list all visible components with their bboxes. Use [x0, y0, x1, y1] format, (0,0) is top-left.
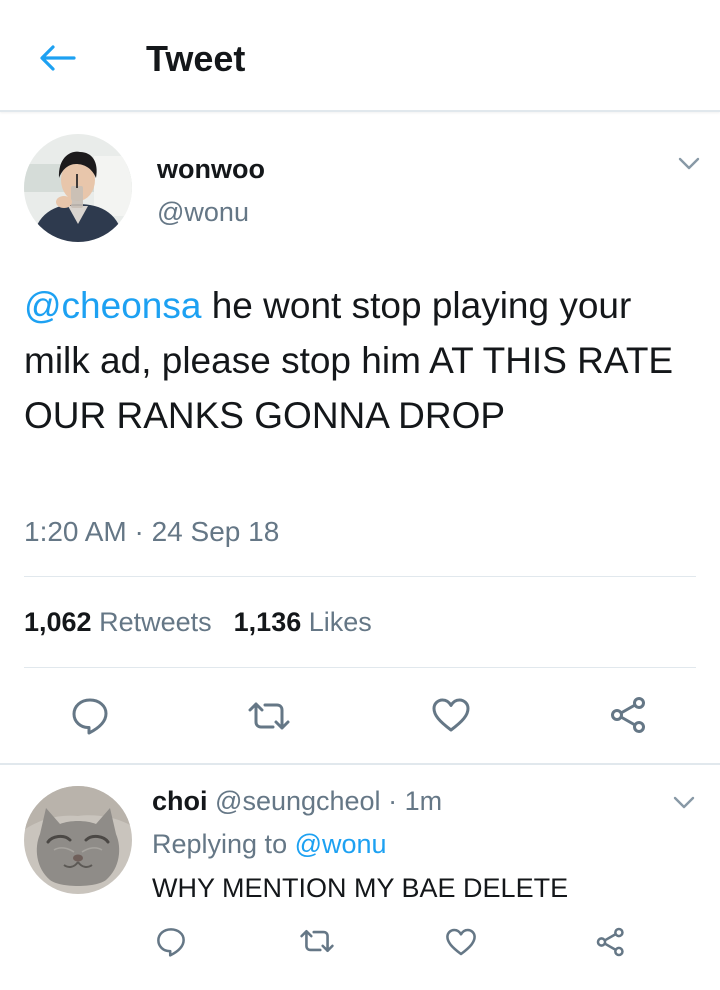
- author-avatar-image: [24, 134, 132, 242]
- reply-header: choi @seungcheol · 1m: [152, 783, 442, 819]
- arrow-left-icon: [40, 45, 76, 71]
- author-avatar[interactable]: [24, 134, 132, 242]
- chevron-down-icon: [678, 157, 700, 170]
- reply-author-avatar[interactable]: [24, 786, 132, 894]
- replying-to: Replying to @wonu: [152, 826, 387, 862]
- divider: [24, 667, 696, 668]
- page-title: Tweet: [146, 38, 246, 79]
- heart-icon: [446, 928, 476, 956]
- share-button[interactable]: [606, 694, 652, 736]
- comment-icon: [72, 698, 108, 735]
- back-button[interactable]: [36, 38, 80, 78]
- heart-icon: [432, 698, 470, 732]
- reply-menu-button[interactable]: [669, 791, 699, 815]
- tweet-menu-button[interactable]: [674, 152, 704, 176]
- top-bar: Tweet: [0, 0, 720, 112]
- reply-share-button[interactable]: [592, 924, 630, 960]
- chevron-down-icon: [673, 796, 695, 809]
- reply-text: WHY MENTION MY BAE DELETE: [152, 873, 569, 903]
- reply-retweet-button[interactable]: [296, 925, 338, 957]
- reply-time: 1m: [404, 786, 443, 816]
- reply-author-handle[interactable]: @seungcheol: [215, 786, 381, 816]
- replying-to-prefix: Replying to: [152, 829, 295, 859]
- retweets-count: 1,062: [24, 607, 92, 637]
- share-icon: [596, 927, 624, 957]
- tweet-timestamp: 1:20 AM · 24 Sep 18: [24, 516, 280, 547]
- likes-label: Likes: [308, 607, 372, 637]
- like-button[interactable]: [428, 694, 474, 736]
- divider: [24, 576, 696, 577]
- tweet-body: @cheonsa he wont stop playing your milk …: [24, 278, 704, 443]
- retweets-stat[interactable]: 1,062 Retweets: [24, 603, 212, 641]
- mention-link[interactable]: @cheonsa: [24, 285, 201, 326]
- retweet-button[interactable]: [243, 697, 295, 735]
- reply-reply-button[interactable]: [152, 924, 190, 960]
- likes-stat[interactable]: 1,136 Likes: [234, 603, 372, 641]
- author-name[interactable]: wonwoo: [157, 152, 265, 186]
- reply-separator: ·: [380, 786, 405, 816]
- section-divider: [0, 763, 720, 765]
- reply-button[interactable]: [67, 695, 113, 737]
- retweet-icon: [300, 929, 334, 953]
- reply-like-button[interactable]: [442, 924, 480, 960]
- share-icon: [611, 697, 645, 733]
- likes-count: 1,136: [233, 607, 302, 637]
- reply-author-name[interactable]: choi: [152, 786, 208, 816]
- author-handle[interactable]: @wonu: [157, 195, 249, 229]
- retweet-icon: [248, 702, 290, 730]
- reply-avatar-image: [24, 786, 132, 894]
- retweets-label: Retweets: [99, 607, 212, 637]
- replying-to-mention[interactable]: @wonu: [295, 829, 387, 859]
- engagement-stats: 1,062 Retweets 1,136 Likes: [24, 603, 372, 641]
- comment-icon: [157, 928, 185, 957]
